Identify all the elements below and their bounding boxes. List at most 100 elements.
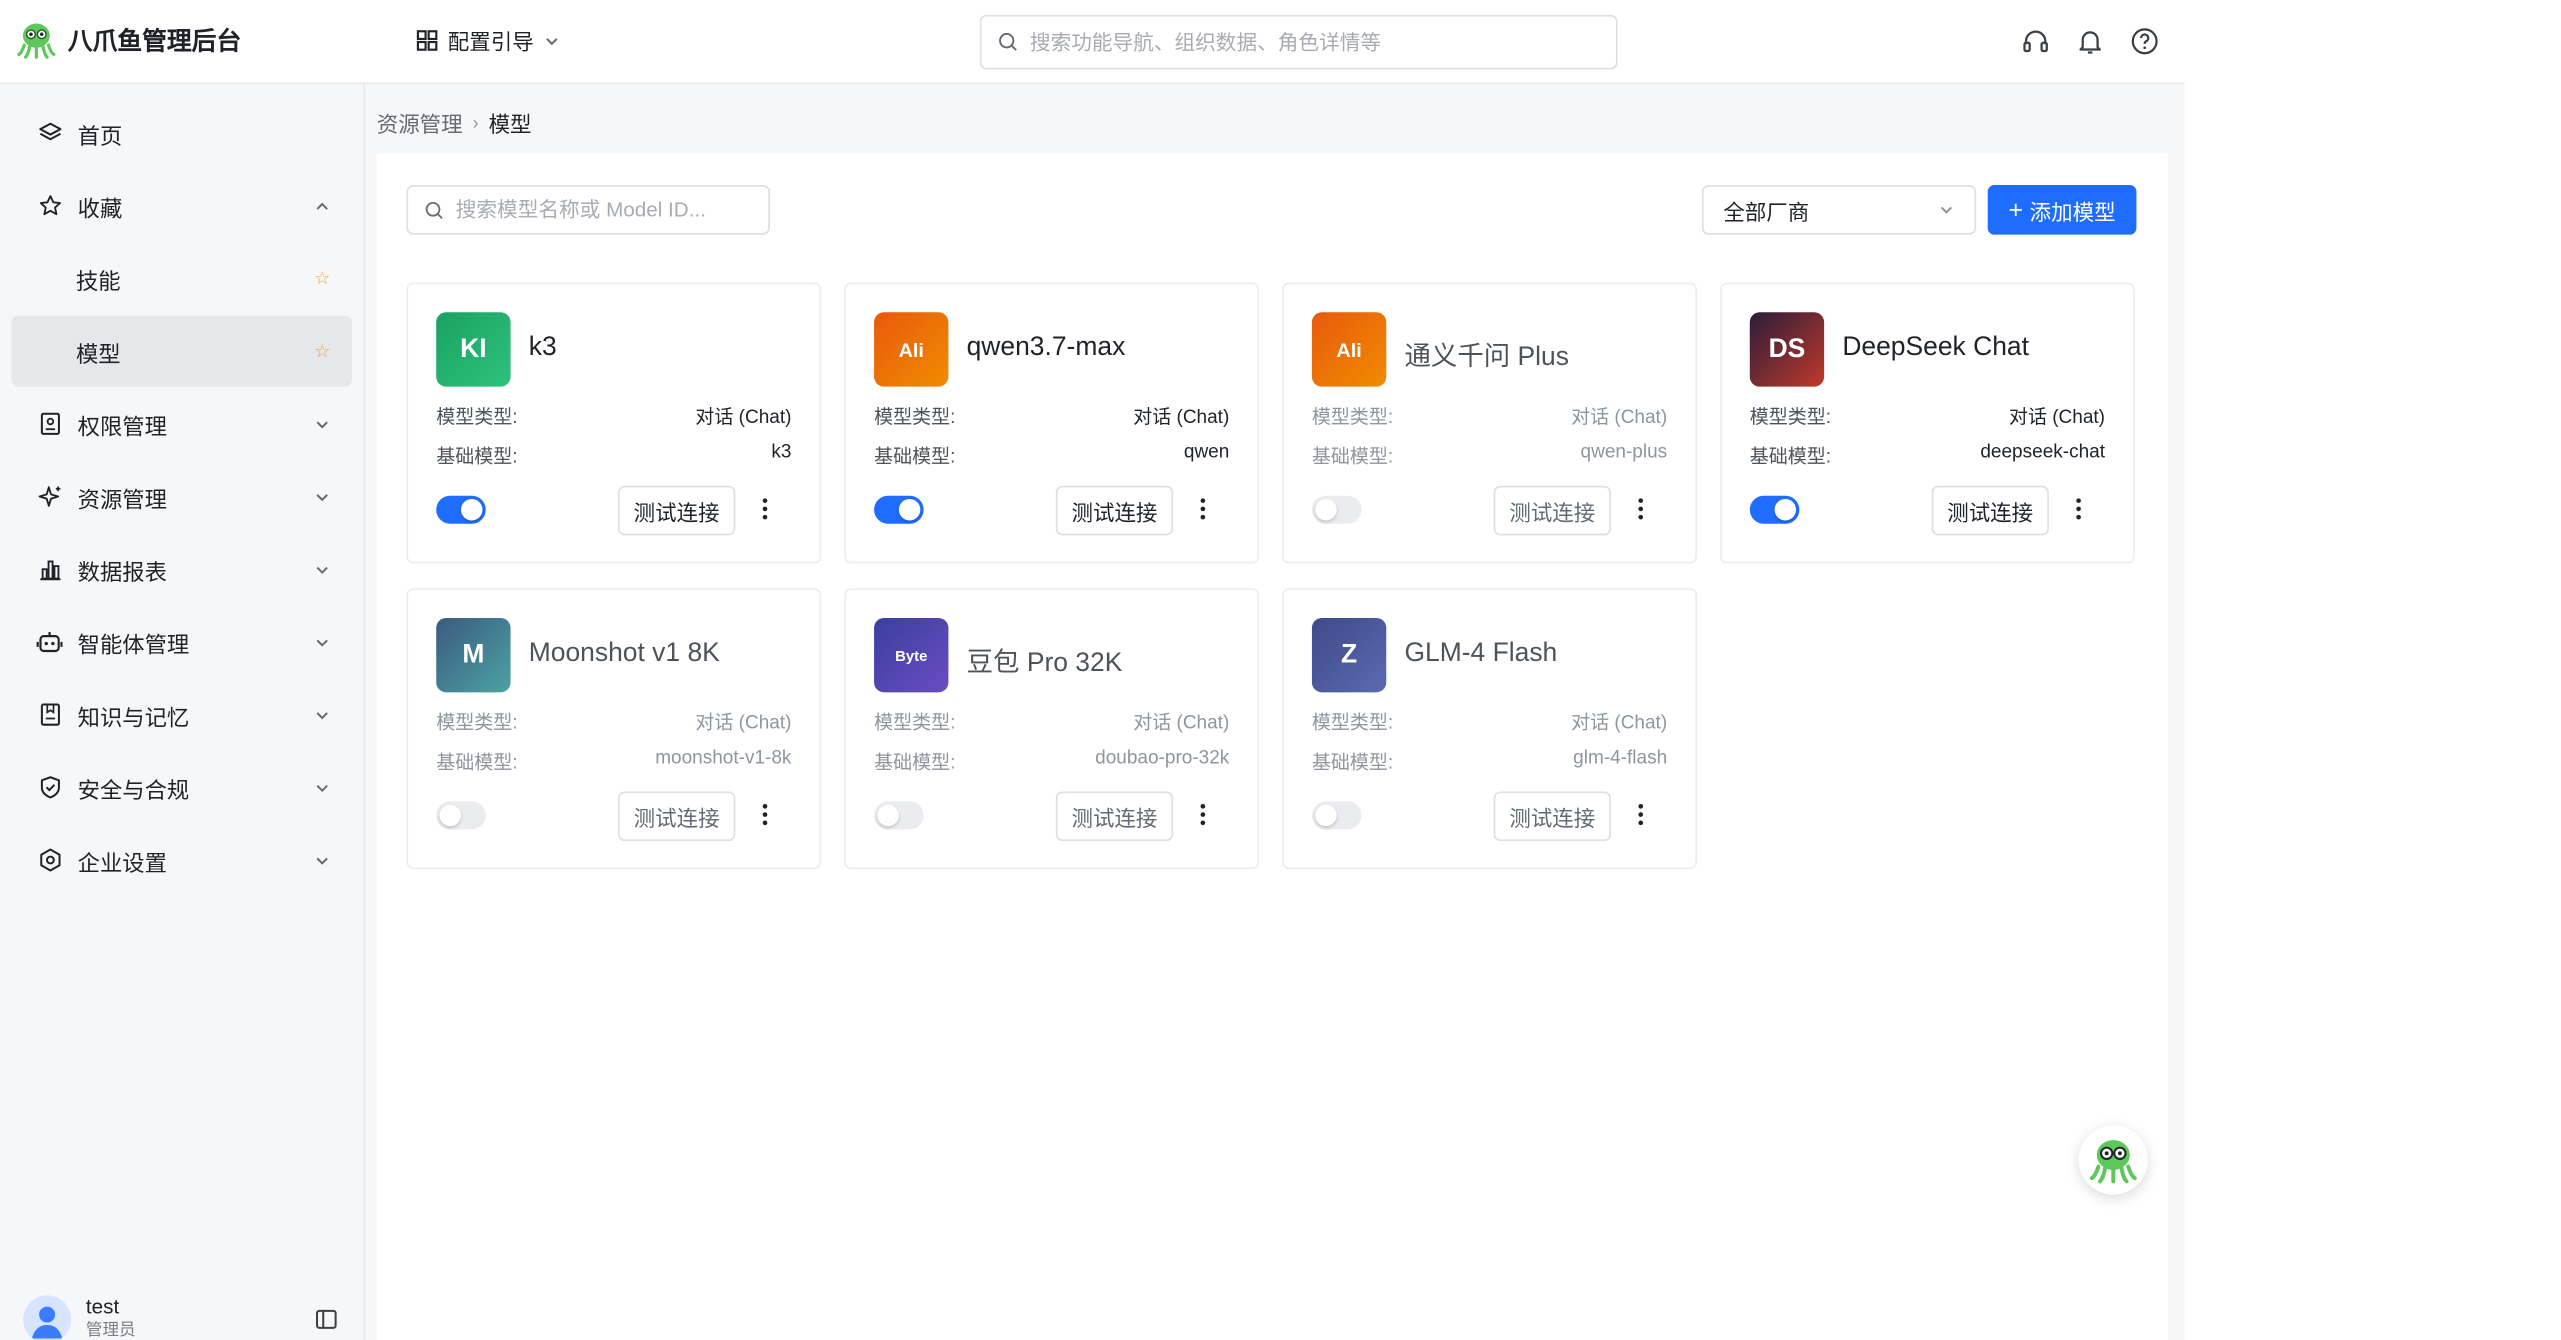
more-vertical-icon[interactable] (1190, 798, 1216, 831)
sidebar-item-resources[interactable]: 资源管理 (12, 461, 352, 532)
breadcrumb: 资源管理 › 模型 (377, 107, 532, 138)
breadcrumb-parent[interactable]: 资源管理 (377, 107, 463, 138)
more-vertical-icon[interactable] (1628, 798, 1654, 831)
headset-icon[interactable] (2019, 25, 2052, 58)
model-card[interactable]: KI k3 模型类型: 对话 (Chat) 基础模型: k3 测试连接 (406, 282, 822, 564)
sidebar-item-label: 资源管理 (77, 486, 167, 512)
model-enable-toggle[interactable] (1311, 801, 1362, 830)
sidebar-item-models[interactable]: 模型 ☆ (11, 315, 352, 387)
model-enable-toggle[interactable] (436, 801, 486, 830)
more-vertical-icon[interactable] (752, 492, 778, 525)
more-vertical-icon[interactable] (752, 798, 778, 831)
model-type-row: 模型类型: 对话 (Chat) (1312, 709, 1667, 735)
sidebar-item-label: 数据报表 (77, 559, 167, 585)
test-connection-button[interactable]: 测试连接 (1931, 485, 2049, 536)
test-connection-button[interactable]: 测试连接 (1493, 485, 1611, 536)
model-name: GLM-4 Flash (1404, 639, 1558, 668)
model-type-label: 模型类型: (874, 713, 956, 734)
model-logo-icon: DS (1749, 312, 1825, 387)
model-type-label: 模型类型: (436, 713, 518, 734)
sidebar: 首页 收藏 技能 ☆ 模型 ☆ 权限管理 资源管理 数据报表 智能体管理 知识与… (0, 84, 366, 1340)
sidebar-item-label: 权限管理 (77, 413, 167, 439)
vendor-select-value: 全部厂商 (1723, 199, 1810, 224)
sidebar-collapse-icon[interactable] (314, 1307, 340, 1333)
model-card[interactable]: Ali qwen3.7-max 模型类型: 对话 (Chat) 基础模型: qw… (844, 282, 1260, 564)
assistant-float-button[interactable] (2078, 1125, 2148, 1195)
models-panel: 全部厂商 + 添加模型 KI k3 模型类型: 对话 (Chat) 基础模型: … (376, 153, 2168, 1340)
shield-icon (36, 774, 62, 800)
model-card[interactable]: Byte 豆包 Pro 32K 模型类型: 对话 (Chat) 基础模型: do… (844, 588, 1260, 870)
brand[interactable]: 八爪鱼管理后台 (15, 18, 241, 61)
more-vertical-icon[interactable] (1190, 492, 1216, 525)
sidebar-item-label: 收藏 (77, 195, 123, 221)
settings-icon (36, 847, 62, 873)
vendor-select[interactable]: 全部厂商 (1701, 185, 1977, 235)
model-enable-toggle[interactable] (874, 801, 924, 830)
sidebar-item-reports[interactable]: 数据报表 (12, 534, 352, 605)
model-card[interactable]: Ali 通义千问 Plus 模型类型: 对话 (Chat) 基础模型: qwen… (1282, 282, 1697, 564)
model-card[interactable]: Z GLM-4 Flash 模型类型: 对话 (Chat) 基础模型: glm-… (1282, 588, 1697, 870)
model-enable-toggle[interactable] (436, 495, 486, 524)
base-model-value: doubao-pro-32k (1095, 748, 1230, 769)
model-logo-icon: M (436, 617, 511, 693)
search-icon (999, 33, 1017, 51)
sidebar-item-agents[interactable]: 智能体管理 (12, 606, 352, 677)
sidebar-item-favorites[interactable]: 收藏 (12, 170, 352, 241)
model-search[interactable] (406, 185, 770, 235)
add-model-button[interactable]: + 添加模型 (1987, 185, 2137, 235)
toggle-knob (1774, 498, 1797, 521)
sidebar-item-permissions[interactable]: 权限管理 (12, 388, 352, 459)
model-type-row: 模型类型: 对话 (Chat) (874, 403, 1229, 429)
bell-icon[interactable] (2074, 25, 2107, 58)
sidebar-item-enterprise-settings[interactable]: 企业设置 (12, 824, 352, 895)
test-connection-button[interactable]: 测试连接 (617, 485, 736, 536)
toggle-knob (439, 804, 461, 827)
test-connection-button[interactable]: 测试连接 (1055, 485, 1174, 536)
base-model-row: 基础模型: glm-4-flash (1312, 748, 1667, 774)
main-content: 资源管理 › 模型 全部厂商 + 添加模型 KI k3 模型类型: 对话 (Ch… (365, 84, 2185, 1340)
base-model-row: 基础模型: qwen (874, 443, 1229, 469)
user-profile[interactable]: test 管理员 (23, 1295, 135, 1340)
starred-icon[interactable]: ☆ (314, 340, 330, 362)
model-type-value: 对话 (Chat) (695, 713, 792, 734)
test-connection-button[interactable]: 测试连接 (617, 791, 736, 842)
help-icon[interactable] (2128, 25, 2161, 58)
base-model-row: 基础模型: doubao-pro-32k (874, 748, 1229, 774)
header-actions (2019, 25, 2161, 58)
more-vertical-icon[interactable] (2065, 492, 2091, 525)
chevron-down-icon (312, 705, 332, 725)
test-connection-button[interactable]: 测试连接 (1493, 791, 1611, 842)
chevron-down-icon (312, 777, 332, 797)
chevron-down-icon (312, 414, 332, 434)
model-logo-icon: Byte (874, 617, 949, 693)
sidebar-item-skills[interactable]: 技能 ☆ (12, 243, 352, 314)
model-card[interactable]: M Moonshot v1 8K 模型类型: 对话 (Chat) 基础模型: m… (406, 588, 822, 870)
config-guide-label: 配置引导 (447, 29, 534, 55)
global-search-input[interactable] (1029, 30, 1616, 54)
sidebar-item-knowledge[interactable]: 知识与记忆 (12, 679, 352, 750)
model-logo-icon: KI (436, 312, 511, 387)
model-search-input[interactable] (455, 198, 769, 222)
chevron-down-icon (312, 487, 332, 507)
config-guide-menu[interactable]: 配置引导 (416, 25, 560, 56)
more-vertical-icon[interactable] (1628, 492, 1654, 525)
model-enable-toggle[interactable] (1749, 495, 1800, 524)
test-connection-button[interactable]: 测试连接 (1055, 791, 1174, 842)
base-model-label: 基础模型: (874, 447, 956, 468)
model-card[interactable]: DS DeepSeek Chat 模型类型: 对话 (Chat) 基础模型: d… (1720, 282, 2135, 564)
model-type-value: 对话 (Chat) (1571, 713, 1668, 734)
base-model-value: qwen (1183, 442, 1230, 463)
chevron-down-icon (1940, 206, 1953, 214)
sidebar-item-home[interactable]: 首页 (12, 97, 352, 168)
starred-icon[interactable]: ☆ (314, 268, 330, 289)
global-search[interactable] (979, 14, 1618, 70)
chevron-right-icon: › (472, 113, 479, 134)
model-enable-toggle[interactable] (874, 495, 924, 524)
sidebar-item-label: 安全与合规 (77, 777, 190, 803)
star-icon (36, 192, 62, 218)
model-enable-toggle[interactable] (1311, 495, 1362, 524)
model-type-row: 模型类型: 对话 (Chat) (1312, 403, 1667, 429)
sidebar-item-label: 技能 (76, 268, 121, 294)
sidebar-item-security[interactable]: 安全与合规 (12, 752, 352, 823)
model-name: DeepSeek Chat (1842, 333, 2029, 362)
